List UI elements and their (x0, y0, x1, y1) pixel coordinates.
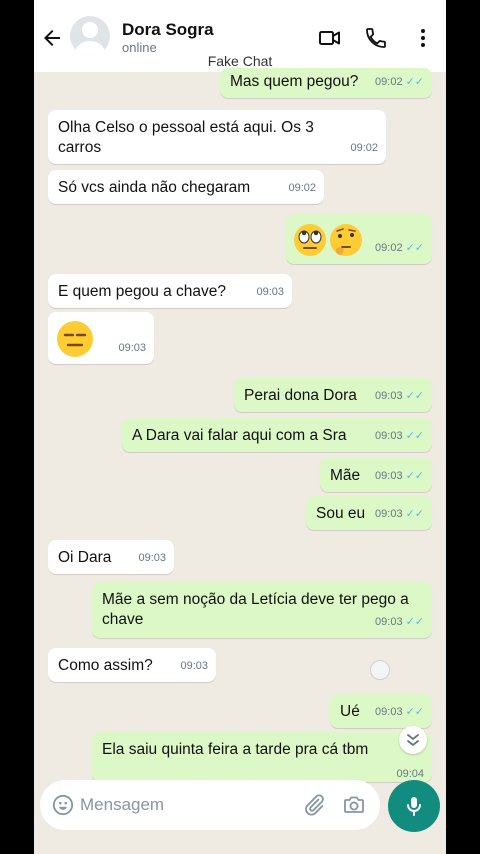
message-text: E quem pegou a chave? (58, 283, 227, 300)
mic-icon (407, 797, 421, 816)
message-time: 09:02 (288, 182, 316, 194)
back-arrow-icon[interactable] (40, 26, 64, 50)
message-bubble-outgoing[interactable]: 🙄🤔 09:02✓✓ (286, 214, 432, 264)
scroll-to-bottom-button[interactable] (399, 726, 427, 754)
read-ticks-icon: ✓✓ (405, 508, 424, 520)
message-text: Oi Dara (58, 549, 112, 566)
selection-indicator (370, 660, 390, 680)
message-text: Sou eu (316, 505, 366, 522)
message-time: 09:03 ✓✓ (375, 504, 424, 524)
message-bubble-outgoing[interactable]: Mãe 09:03 ✓✓ (320, 458, 432, 492)
more-options-icon[interactable] (411, 26, 435, 50)
message-bubble-incoming[interactable]: Só vcs ainda não chegaram 09:02 (48, 170, 324, 204)
attach-icon[interactable] (302, 793, 326, 817)
message-text: Ué (340, 703, 360, 720)
read-ticks-icon: ✓✓ (405, 430, 424, 442)
message-time: 09:02 ✓✓ (375, 72, 424, 92)
message-time: 09:02 (350, 142, 378, 154)
avatar[interactable] (70, 16, 110, 56)
chat-header: Dora Sogra online Fake Chat (34, 0, 446, 72)
contact-name[interactable]: Dora Sogra (122, 20, 214, 40)
read-ticks-icon: ✓✓ (405, 706, 424, 718)
message-time: 09:03 ✓✓ (375, 612, 424, 632)
message-bubble-incoming[interactable]: Como assim? 09:03 (48, 648, 216, 682)
message-time: 09:03 (118, 342, 146, 354)
message-time: 09:03 (138, 552, 166, 564)
message-text: Como assim? (58, 657, 153, 674)
read-ticks-icon: ✓✓ (405, 470, 424, 482)
message-text: Mas quem pegou? (230, 73, 359, 90)
message-bubble-incoming[interactable]: Oi Dara 09:03 (48, 540, 174, 574)
message-bubble-outgoing[interactable]: A Dara vai falar aqui com a Sra 09:03 ✓✓ (122, 418, 432, 452)
message-composer[interactable]: Mensagem (40, 780, 380, 830)
message-time: 09:03 ✓✓ (375, 702, 424, 722)
message-text: Perai dona Dora (244, 387, 357, 404)
message-time: 09:03 (256, 286, 284, 298)
message-bubble-outgoing[interactable]: Perai dona Dora 09:03 ✓✓ (234, 378, 432, 412)
message-text: A Dara vai falar aqui com a Sra (132, 427, 347, 444)
message-bubble-outgoing[interactable]: Sou eu 09:03 ✓✓ (306, 496, 432, 530)
fake-chat-watermark: Fake Chat (207, 53, 273, 69)
voice-record-button[interactable] (388, 780, 440, 832)
emoji-icon[interactable] (52, 794, 74, 816)
message-text: Ela saiu quinta feira a tarde pra cá tbm (102, 741, 369, 758)
message-time: 09:03 ✓✓ (375, 386, 424, 406)
message-time: 09:03 ✓✓ (375, 466, 424, 486)
message-text: Só vcs ainda não chegaram (58, 179, 251, 196)
message-bubble-incoming[interactable]: E quem pegou a chave? 09:03 (48, 274, 292, 308)
message-time: 09:03 ✓✓ (375, 426, 424, 446)
message-bubble-outgoing[interactable]: Ela saiu quinta feira a tarde pra cá tbm… (92, 732, 432, 782)
message-bubble-outgoing[interactable]: Mas quem pegou? 09:02 ✓✓ (220, 68, 432, 98)
read-ticks-icon: ✓✓ (405, 242, 424, 254)
camera-icon[interactable] (342, 793, 366, 817)
expressionless-emoji-icon (57, 321, 93, 357)
phone-icon[interactable] (364, 26, 388, 50)
eye-roll-thinking-emoji-icon (294, 224, 362, 256)
chat-screen: Dora Sogra online Fake Chat Mas quem peg… (34, 0, 446, 854)
message-bubble-incoming[interactable]: 😑 09:03 (48, 312, 154, 364)
message-bubble-incoming[interactable]: Olha Celso o pessoal está aqui. Os 3 car… (48, 110, 386, 164)
message-text: Mãe a sem noção da Letícia deve ter pego… (102, 591, 409, 628)
message-input[interactable]: Mensagem (80, 795, 164, 815)
read-ticks-icon: ✓✓ (405, 616, 424, 628)
message-text: Mãe (330, 467, 361, 484)
message-bubble-outgoing[interactable]: Mãe a sem noção da Letícia deve ter pego… (92, 582, 432, 638)
scroll-down-icon (407, 734, 419, 746)
message-time: 09:02 ✓✓ (375, 238, 424, 258)
read-ticks-icon: ✓✓ (405, 390, 424, 402)
read-ticks-icon: ✓✓ (405, 76, 424, 88)
video-call-icon[interactable] (318, 26, 342, 50)
message-time: 09:03 (180, 660, 208, 672)
message-bubble-outgoing[interactable]: Ué 09:03 ✓✓ (330, 694, 432, 728)
message-text: Olha Celso o pessoal está aqui. Os 3 car… (58, 119, 314, 156)
